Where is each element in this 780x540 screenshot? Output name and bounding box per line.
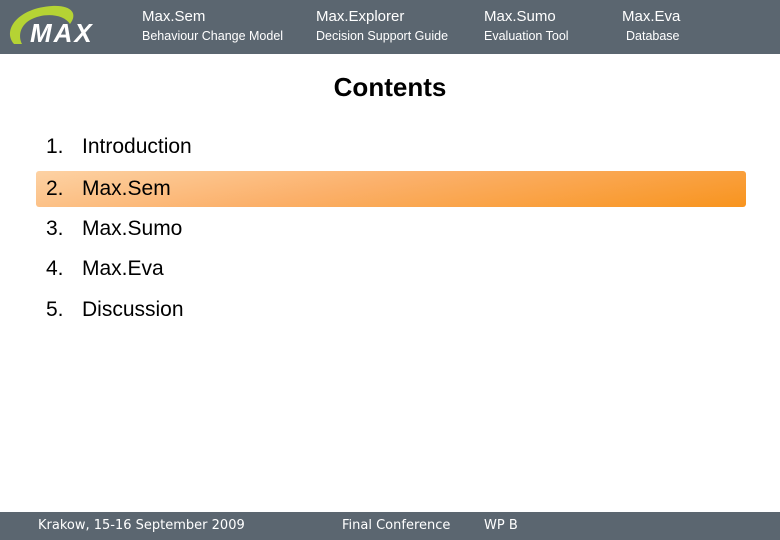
item-number: 1. [46, 135, 64, 158]
nav-item-maxexplorer[interactable]: Max.Explorer Decision Support Guide [316, 8, 448, 44]
footer-location-date: Krakow, 15-16 September 2009 [38, 518, 245, 533]
list-item: 5. Discussion [36, 291, 746, 332]
footer-event: Final Conference [342, 518, 451, 533]
nav-title: Max.Sumo [484, 8, 556, 25]
slide-title: Contents [333, 72, 447, 102]
item-number: 5. [46, 297, 64, 321]
nav-title: Max.Sem [142, 8, 206, 25]
nav-title: Max.Explorer [316, 8, 405, 25]
item-label: Discussion [82, 297, 184, 321]
item-number: 2. [46, 176, 64, 200]
item-label: Introduction [82, 135, 192, 158]
nav-item-maxeva[interactable]: Max.Eva Database [622, 8, 680, 44]
nav-item-maxsem[interactable]: Max.Sem Behaviour Change Model [142, 8, 283, 44]
nav-title: Max.Eva [622, 8, 681, 25]
list-item: 4. Max.Eva [36, 250, 746, 291]
nav-subtitle: Behaviour Change Model [142, 29, 284, 43]
list-item: 1. Introduction [36, 128, 746, 169]
item-label: Max.Eva [82, 257, 164, 280]
footer-bar: Krakow, 15-16 September 2009 Final Confe… [0, 512, 780, 540]
list-item: 3. Max.Sumo [36, 210, 746, 251]
nav-subtitle: Evaluation Tool [484, 29, 569, 43]
svg-text:MAX: MAX [30, 18, 94, 48]
max-logo: MAX [10, 5, 94, 48]
list-item-highlighted: 2. Max.Sem [36, 170, 746, 207]
item-number: 4. [46, 257, 64, 280]
nav-subtitle: Decision Support Guide [316, 29, 449, 43]
nav-item-maxsumo[interactable]: Max.Sumo Evaluation Tool [484, 8, 569, 44]
item-label: Max.Sumo [82, 216, 183, 240]
contents-list: 1. Introduction 2. Max.Sem 3. Max.Sumo 4… [36, 128, 746, 331]
item-number: 3. [46, 216, 64, 240]
header-bar: MAX Max.Sem Behaviour Change Model Max.E… [0, 0, 780, 54]
nav-subtitle: Database [626, 29, 680, 43]
item-label: Max.Sem [82, 176, 171, 200]
footer-work-package: WP B [484, 518, 518, 533]
